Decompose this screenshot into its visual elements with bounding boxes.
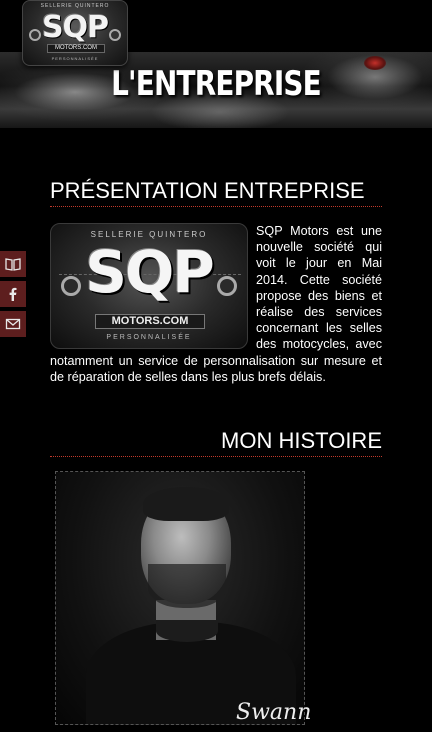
logo-bottom-text: PERSONNALISÉE xyxy=(51,56,99,61)
divider xyxy=(50,206,382,207)
logo-main-text: SQP xyxy=(85,238,215,306)
divider xyxy=(50,456,382,457)
logo-sub-text: MOTORS.COM xyxy=(47,44,105,53)
book-icon[interactable] xyxy=(0,251,26,277)
page-title: L'ENTREPRISE xyxy=(111,64,322,104)
logo-bottom-text: PERSONNALISÉE xyxy=(106,334,192,341)
section-title-histoire: MON HISTOIRE xyxy=(221,428,382,453)
portrait-photo xyxy=(55,471,305,725)
section-title-presentation: PRÉSENTATION ENTREPRISE xyxy=(50,178,365,203)
logo-top-text: SELLERIE QUINTERO xyxy=(40,3,110,9)
facebook-icon[interactable] xyxy=(0,281,26,307)
mail-icon[interactable] xyxy=(0,311,26,337)
photo-signature: Swann xyxy=(236,700,312,725)
logo-main-text: SQP xyxy=(41,10,109,45)
company-logo: SELLERIE QUINTERO SQP MOTORS.COM PERSONN… xyxy=(50,223,248,349)
site-logo[interactable]: SELLERIE QUINTERO SQP MOTORS.COM PERSONN… xyxy=(22,0,128,66)
logo-sub-text: MOTORS.COM xyxy=(95,314,205,329)
